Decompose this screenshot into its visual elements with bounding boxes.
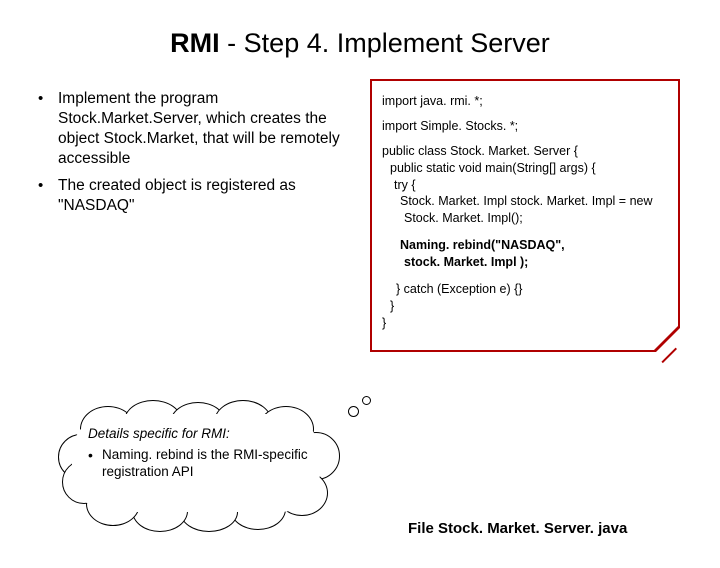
bullet-item-2: The created object is registered as "NAS… [30, 176, 360, 216]
content-area: Implement the program Stock.Market.Serve… [0, 79, 720, 352]
bullet-item-1: Implement the program Stock.Market.Serve… [30, 89, 360, 170]
right-column: import java. rmi. *; import Simple. Stoc… [370, 79, 680, 352]
cloud-text: Details specific for RMI: Naming. rebind… [88, 426, 318, 481]
code-line: public class Stock. Market. Server { [382, 143, 668, 160]
bullet-list: Implement the program Stock.Market.Serve… [30, 89, 360, 216]
code-line-bold: Naming. rebind("NASDAQ", [400, 237, 668, 254]
cloud-code-term: Naming. rebind [102, 447, 194, 462]
code-line: Stock. Market. Impl stock. Market. Impl … [400, 193, 668, 210]
code-box: import java. rmi. *; import Simple. Stoc… [370, 79, 680, 352]
slide-title: RMI - Step 4. Implement Server [0, 28, 720, 59]
code-line: try { [394, 177, 668, 194]
file-caption: File Stock. Market. Server. java [408, 520, 627, 537]
bubble-dot-icon [348, 406, 359, 417]
code-line: import Simple. Stocks. *; [382, 118, 668, 135]
left-column: Implement the program Stock.Market.Serve… [30, 79, 360, 352]
code-line-bold: stock. Market. Impl ); [404, 254, 668, 271]
page-fold-icon [652, 324, 680, 352]
title-prefix: RMI [170, 28, 220, 58]
title-rest: - Step 4. Implement Server [220, 28, 550, 58]
code-line: } catch (Exception e) {} [396, 281, 668, 298]
code-line: public static void main(String[] args) { [390, 160, 668, 177]
code-line: } [382, 315, 668, 332]
cloud-header: Details specific for RMI: [88, 426, 318, 443]
code-line: } [390, 298, 668, 315]
cloud-bullet: Naming. rebind is the RMI-specific regis… [88, 447, 318, 481]
thought-cloud: Details specific for RMI: Naming. rebind… [52, 400, 342, 530]
code-line: Stock. Market. Impl(); [404, 210, 668, 227]
bubble-dot-icon [362, 396, 371, 405]
code-line: import java. rmi. *; [382, 93, 668, 110]
